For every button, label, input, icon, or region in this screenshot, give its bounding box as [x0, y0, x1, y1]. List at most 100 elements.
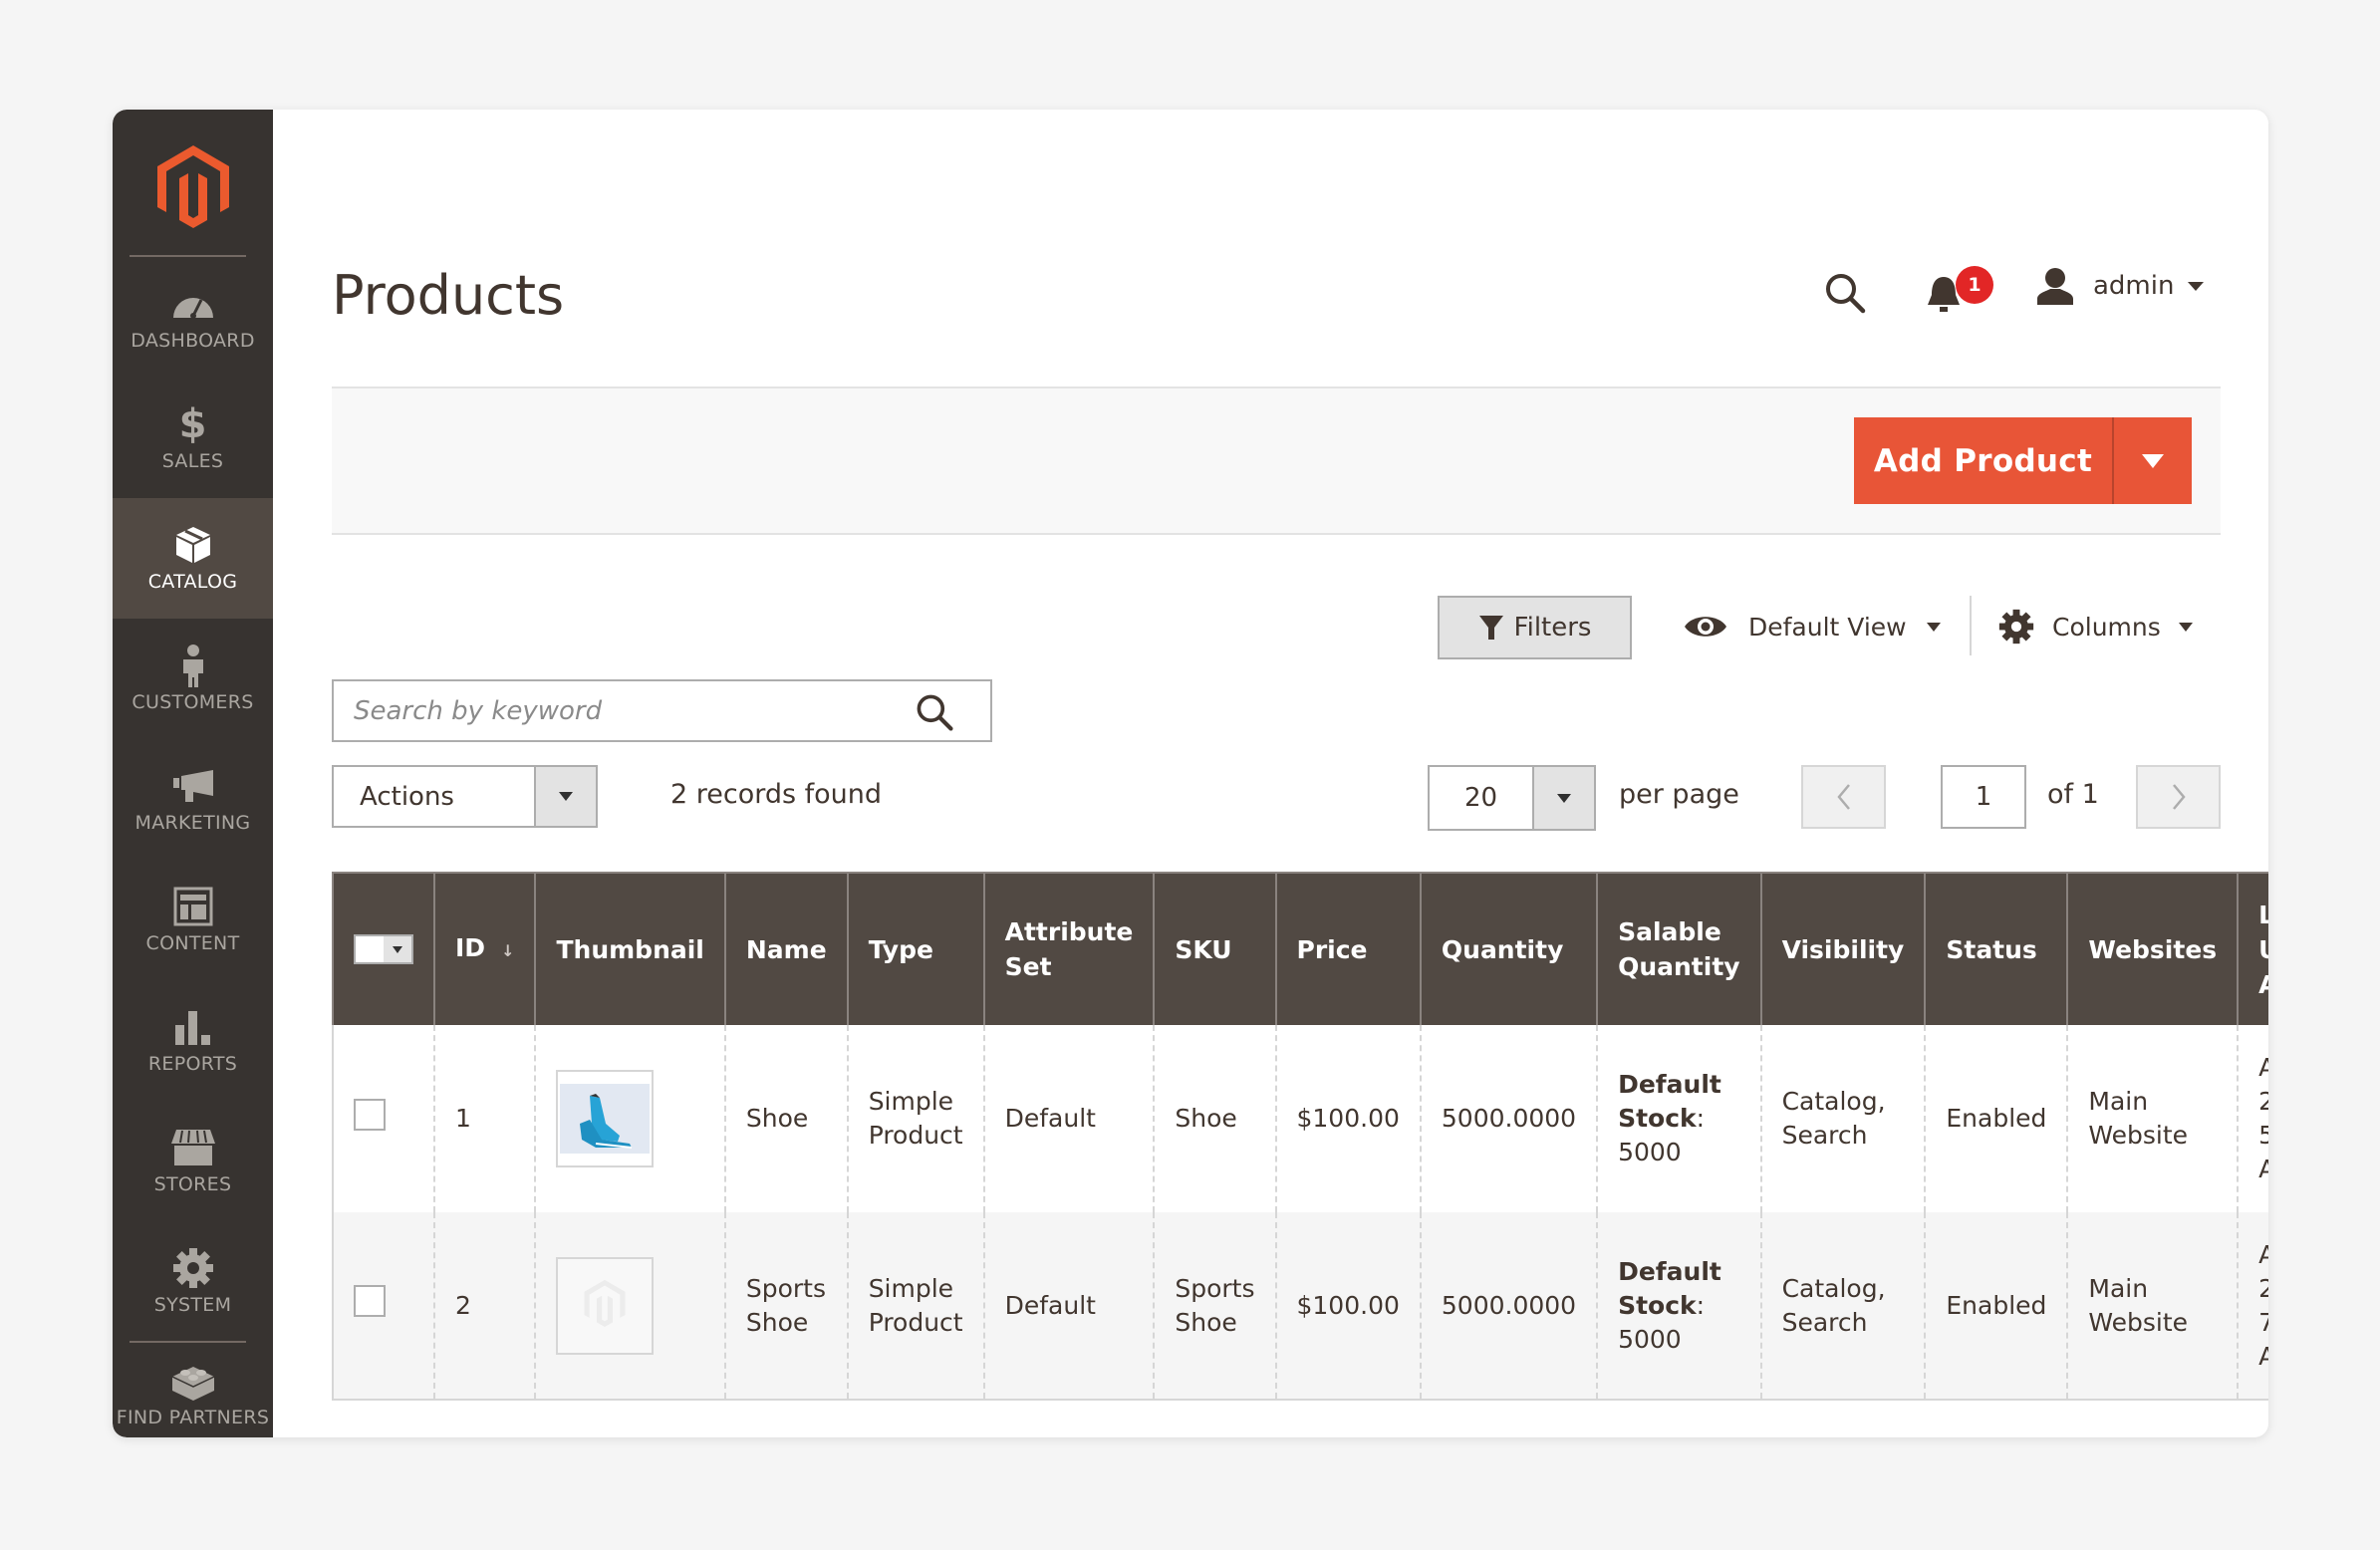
current-page-input[interactable] [1941, 765, 2026, 829]
column-header-last-updated[interactable]: Last Updated At [2237, 872, 2268, 1025]
cell-status: Enabled [1924, 1025, 2069, 1212]
row-select-cell [332, 1025, 435, 1212]
cell-thumbnail [534, 1212, 726, 1401]
sidebar-item-reports[interactable]: REPORTS [113, 980, 273, 1101]
cell-quantity: 5000.0000 [1419, 1025, 1599, 1212]
gear-icon [169, 1247, 217, 1288]
chevron-right-icon [2172, 784, 2186, 810]
cell-visibility: Catalog, Search [1759, 1025, 1927, 1212]
sidebar-item-find-partners[interactable]: FIND PARTNERS [113, 1345, 273, 1437]
dashboard-icon [169, 284, 217, 324]
sidebar: DASHBOARD $ SALES CATALOG CUSTOMERS MARK… [113, 110, 273, 1437]
chevron-down-icon [2142, 453, 2164, 468]
admin-user-menu[interactable]: admin [2035, 267, 2205, 305]
sidebar-item-stores[interactable]: STORES [113, 1101, 273, 1221]
per-page-select[interactable]: 20 [1428, 765, 1596, 831]
sidebar-item-sales[interactable]: $ SALES [113, 378, 273, 498]
sidebar-item-content[interactable]: CONTENT [113, 860, 273, 980]
filters-button[interactable]: Filters [1438, 596, 1632, 659]
column-header-id[interactable]: ID ↓ [432, 872, 537, 1025]
shoe-photo-icon [560, 1084, 651, 1154]
user-icon [2037, 268, 2073, 305]
cell-quantity: 5000.0000 [1419, 1212, 1599, 1401]
chevron-down-icon [1557, 793, 1571, 803]
store-icon [169, 1128, 217, 1167]
row-checkbox[interactable] [354, 1285, 386, 1317]
column-header-websites[interactable]: Websites [2066, 872, 2240, 1025]
cell-attribute-set: Default [982, 1212, 1156, 1401]
column-header-type[interactable]: Type [846, 872, 985, 1025]
columns-selector[interactable]: Columns [1998, 602, 2193, 651]
table-row[interactable]: 1 Shoe Simple Product Default Shoe $100.… [332, 1025, 2268, 1212]
chevron-left-icon [1836, 784, 1850, 810]
funnel-icon [1478, 616, 1503, 640]
admin-window: DASHBOARD $ SALES CATALOG CUSTOMERS MARK… [113, 110, 2268, 1437]
sidebar-item-marketing[interactable]: MARKETING [113, 739, 273, 860]
cell-name: Shoe [723, 1025, 849, 1212]
sidebar-item-system[interactable]: SYSTEM [113, 1221, 273, 1342]
magento-logo-icon[interactable] [149, 141, 237, 229]
sort-descending-icon: ↓ [501, 941, 515, 960]
sidebar-divider [130, 1341, 246, 1343]
catalog-box-icon [169, 525, 217, 565]
shoe-thumbnail[interactable] [556, 1070, 655, 1167]
cell-updated-at: Aug 7, 2023 5:27:17 AM [2237, 1025, 2268, 1212]
column-header-thumbnail[interactable]: Thumbnail [534, 872, 726, 1025]
keyword-search-input[interactable] [334, 681, 892, 740]
cell-thumbnail [534, 1025, 726, 1212]
sidebar-item-dashboard[interactable]: DASHBOARD [113, 257, 273, 378]
actions-dropdown-toggle[interactable] [534, 767, 596, 826]
row-checkbox[interactable] [354, 1098, 386, 1131]
view-selector[interactable]: Default View [1683, 602, 1941, 651]
table-header-row: ID ↓ Thumbnail Name Type Attribute Set SK… [332, 872, 2268, 1025]
products-grid: ID ↓ Thumbnail Name Type Attribute Set SK… [332, 872, 2268, 1401]
add-product-type-dropdown[interactable] [2112, 417, 2192, 504]
customer-icon [169, 644, 217, 687]
cell-status: Enabled [1924, 1212, 2069, 1401]
gear-icon [1998, 609, 2034, 645]
placeholder-thumbnail[interactable] [556, 1256, 655, 1355]
chevron-down-icon [2188, 281, 2205, 291]
total-pages: of 1 [2047, 779, 2099, 810]
sidebar-item-catalog[interactable]: CATALOG [113, 498, 273, 619]
cell-updated-at: Aug 3, 2023 7:48:02 AM [2237, 1212, 2268, 1401]
sidebar-item-customers[interactable]: CUSTOMERS [113, 619, 273, 739]
add-product-button[interactable]: Add Product [1854, 417, 2112, 504]
mass-actions-dropdown[interactable]: Actions [332, 765, 598, 828]
search-submit-icon[interactable] [913, 690, 956, 734]
column-header-price[interactable]: Price [1274, 872, 1422, 1025]
chevron-down-icon [2178, 622, 2193, 632]
per-page-label: per page [1619, 779, 1739, 810]
cell-visibility: Catalog, Search [1759, 1212, 1927, 1401]
global-search-icon[interactable] [1821, 269, 1869, 317]
magento-placeholder-icon [585, 1279, 626, 1327]
cell-attribute-set: Default [982, 1025, 1156, 1212]
column-header-name[interactable]: Name [723, 872, 849, 1025]
cell-salable-quantity: Default Stock: 5000 [1596, 1212, 1762, 1401]
cell-salable-quantity: Default Stock: 5000 [1596, 1025, 1762, 1212]
per-page-toggle[interactable] [1532, 767, 1594, 829]
user-name: admin [2093, 271, 2175, 301]
column-header-attribute-set[interactable]: Attribute Set [982, 872, 1156, 1025]
column-header-sku[interactable]: SKU [1153, 872, 1277, 1025]
cell-id: 2 [432, 1212, 537, 1401]
column-header-status[interactable]: Status [1924, 872, 2069, 1025]
previous-page-button[interactable] [1801, 765, 1886, 829]
next-page-button[interactable] [2136, 765, 2221, 829]
cell-sku: Sports Shoe [1153, 1212, 1277, 1401]
page-actions-bar: Add Product [332, 387, 2221, 535]
table-row[interactable]: 2 Sports Shoe Simple Product Default Spo… [332, 1212, 2268, 1401]
lego-block-icon [169, 1361, 217, 1401]
dollar-icon: $ [178, 400, 207, 447]
column-header-salable-quantity[interactable]: Salable Quantity [1596, 872, 1762, 1025]
column-header-select [332, 872, 435, 1025]
cell-websites: Main Website [2066, 1212, 2240, 1401]
mass-select-checkbox[interactable] [354, 934, 413, 964]
column-header-visibility[interactable]: Visibility [1759, 872, 1927, 1025]
notification-count-badge[interactable]: 1 [1956, 266, 1993, 304]
cell-type: Simple Product [846, 1212, 985, 1401]
toolbar-divider [1970, 596, 1972, 655]
cell-price: $100.00 [1274, 1212, 1422, 1401]
column-header-quantity[interactable]: Quantity [1419, 872, 1599, 1025]
cell-price: $100.00 [1274, 1025, 1422, 1212]
